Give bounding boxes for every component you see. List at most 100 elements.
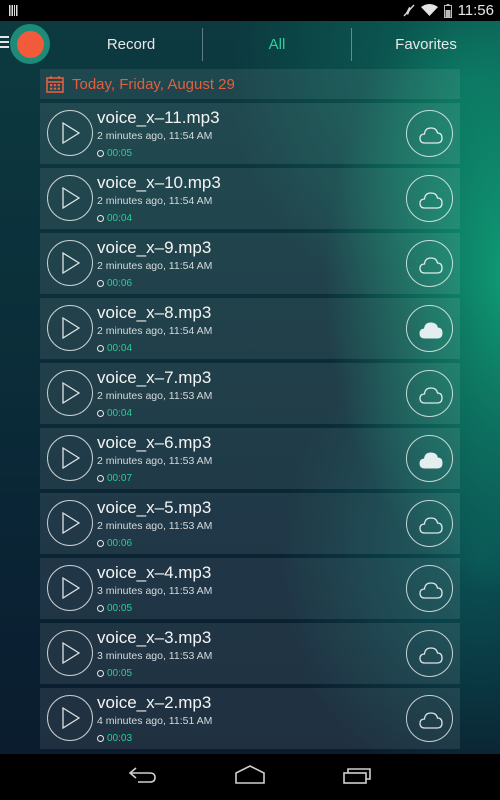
navigation-bar [0,754,500,800]
cloud-outline-icon [419,257,443,274]
tab-record-label: Record [106,35,156,53]
tab-all-label: All [268,35,286,53]
recording-duration: 00:04 [97,213,132,224]
cloud-upload-button[interactable] [406,500,453,547]
recording-duration: 00:06 [97,278,132,289]
recording-duration: 00:05 [97,603,132,614]
play-icon [62,642,80,664]
cloud-upload-button[interactable] [406,435,453,482]
tab-record[interactable]: Record [60,21,202,67]
cloud-upload-button[interactable] [406,240,453,287]
cloud-filled-icon [419,452,443,469]
play-button[interactable] [47,695,93,741]
duration-value: 00:05 [107,668,133,679]
mute-icon [403,4,415,17]
tab-favorites[interactable]: Favorites [352,21,500,67]
clock-icon [97,280,104,287]
recording-name: voice_x–11.mp3 [97,108,220,127]
play-button[interactable] [47,370,93,416]
play-icon [62,382,80,404]
play-icon [62,252,80,274]
clock-icon [97,540,104,547]
battery-icon [443,3,452,18]
play-button[interactable] [47,305,93,351]
back-icon[interactable] [128,764,158,786]
cloud-outline-icon [419,647,443,664]
duration-value: 00:05 [107,148,133,159]
recording-timestamp: 2 minutes ago, 11:53 AM [97,455,213,467]
recording-row[interactable]: voice_x–7.mp3 2 minutes ago, 11:53 AM 00:0… [40,363,460,424]
cloud-upload-button[interactable] [406,695,453,742]
tab-all[interactable]: All [203,21,351,67]
recents-icon[interactable] [342,764,372,786]
recording-name: voice_x–7.mp3 [97,368,212,387]
cloud-filled-icon [419,322,443,339]
recording-name: voice_x–9.mp3 [97,238,212,257]
recording-row[interactable]: voice_x–3.mp3 3 minutes ago, 11:53 AM 00:0… [40,623,460,684]
recording-name: voice_x–8.mp3 [97,303,212,322]
recording-name: voice_x–4.mp3 [97,563,212,582]
recording-row[interactable]: voice_x–5.mp3 2 minutes ago, 11:53 AM 00:0… [40,493,460,554]
play-button[interactable] [47,500,93,546]
duration-value: 00:07 [107,473,133,484]
cloud-upload-button[interactable] [406,175,453,222]
recording-duration: 00:06 [97,538,132,549]
cloud-upload-button[interactable] [406,305,453,352]
play-button[interactable] [47,435,93,481]
recording-row[interactable]: voice_x–8.mp3 2 minutes ago, 11:54 AM 00:0… [40,298,460,359]
top-bar: Record All Favorites [0,21,500,67]
recording-duration: 00:04 [97,408,132,419]
duration-value: 00:05 [107,603,133,614]
clock-icon [97,475,104,482]
record-button[interactable] [10,24,50,64]
play-icon [62,512,80,534]
recording-name: voice_x–3.mp3 [97,628,212,647]
clock-icon [97,605,104,612]
recording-duration: 00:04 [97,343,132,354]
recording-row[interactable]: voice_x–9.mp3 2 minutes ago, 11:54 AM 00:0… [40,233,460,294]
recording-timestamp: 4 minutes ago, 11:51 AM [97,715,213,727]
cloud-upload-button[interactable] [406,370,453,417]
play-button[interactable] [47,240,93,286]
cloud-upload-button[interactable] [406,565,453,612]
cloud-upload-button[interactable] [406,110,453,157]
wifi-icon [420,4,438,16]
clock-icon [97,345,104,352]
duration-value: 00:06 [107,538,133,549]
recording-duration: 00:03 [97,733,132,744]
play-button[interactable] [47,630,93,676]
play-button[interactable] [47,175,93,221]
recording-duration: 00:07 [97,473,132,484]
clock-icon [97,735,104,742]
duration-value: 00:04 [107,408,133,419]
tab-favorites-label: Favorites [395,35,457,53]
play-icon [62,122,80,144]
recording-duration: 00:05 [97,668,132,679]
recording-name: voice_x–5.mp3 [97,498,212,517]
recording-row[interactable]: voice_x–4.mp3 3 minutes ago, 11:53 AM 00:0… [40,558,460,619]
play-button[interactable] [47,110,93,156]
play-icon [62,187,80,209]
cloud-upload-button[interactable] [406,630,453,677]
calendar-icon [46,76,64,93]
recording-row[interactable]: voice_x–2.mp3 4 minutes ago, 11:51 AM 00:0… [40,688,460,749]
home-icon[interactable] [234,764,266,786]
play-icon [62,707,80,729]
recording-name: voice_x–2.mp3 [97,693,212,712]
duration-value: 00:03 [107,733,133,744]
menu-icon[interactable] [0,36,9,48]
recording-timestamp: 2 minutes ago, 11:54 AM [97,325,213,337]
recording-row[interactable]: voice_x–6.mp3 2 minutes ago, 11:53 AM 00:0… [40,428,460,489]
recording-timestamp: 3 minutes ago, 11:53 AM [97,650,213,662]
status-bar: 11:56 [0,0,500,21]
duration-value: 00:06 [107,278,133,289]
play-icon [62,317,80,339]
record-icon [16,30,44,58]
play-button[interactable] [47,565,93,611]
clock-icon [97,215,104,222]
cloud-outline-icon [419,712,443,729]
play-icon [62,577,80,599]
clock-time: 11:56 [457,2,494,19]
recording-row[interactable]: voice_x–11.mp3 2 minutes ago, 11:54 AM 00:… [40,103,460,164]
recording-row[interactable]: voice_x–10.mp3 2 minutes ago, 11:54 AM 00:… [40,168,460,229]
